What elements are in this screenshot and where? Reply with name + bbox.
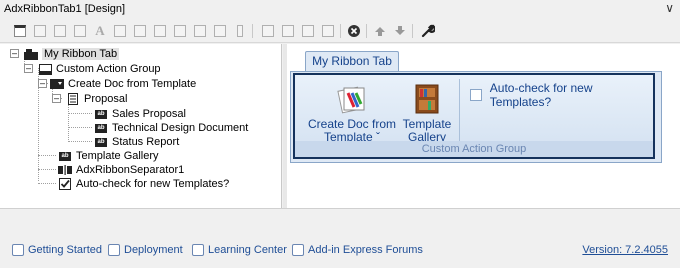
bookshelf-icon: [411, 83, 443, 115]
tree-node-ribbon-tab[interactable]: My Ribbon Tab: [24, 47, 120, 61]
window-icon[interactable]: [12, 23, 28, 39]
menu-icon[interactable]: [152, 23, 168, 39]
collapse-expander[interactable]: –: [52, 94, 61, 103]
window-title: AdxRibbonTab1 [Design]: [4, 3, 126, 15]
autocheck-label: Auto-check for new Templates?: [489, 81, 593, 109]
autocheck-checkbox[interactable]: Auto-check for new Templates?: [470, 81, 653, 109]
checkbox-icon: [58, 178, 72, 190]
list-icon[interactable]: [52, 23, 68, 39]
move-up-icon[interactable]: [372, 23, 388, 39]
version-link[interactable]: Version: 7.2.4055: [582, 244, 668, 256]
tree-connector: [38, 169, 56, 170]
group-icon[interactable]: [172, 23, 188, 39]
collapse-expander[interactable]: –: [10, 49, 19, 58]
status-bar: Getting Started Deployment Learning Cent…: [0, 208, 680, 268]
ribbon-body: Create Doc from Template ˇ Template Gall…: [290, 71, 662, 163]
tree-connector: [38, 155, 56, 156]
toolbar-divider: [366, 24, 367, 38]
checkbox-icon[interactable]: [112, 23, 128, 39]
button-icon: ab: [94, 137, 108, 148]
group-icon: [38, 63, 52, 75]
ribbon-group-label: Custom Action Group: [295, 141, 653, 157]
separator-icon: [58, 165, 72, 176]
tree-connector: [68, 141, 92, 142]
toolbar-divider: [252, 24, 253, 38]
toolbar: A: [0, 19, 680, 43]
ribbon-group[interactable]: Create Doc from Template ˇ Template Gall…: [293, 73, 655, 159]
collapse-icon[interactable]: ∨: [665, 1, 674, 15]
checkbox-box[interactable]: [470, 89, 482, 101]
tree-node-separator[interactable]: AdxRibbonSeparator1: [58, 163, 184, 177]
tree-connector: [68, 127, 92, 128]
tree-node-template-gallery[interactable]: ab Template Gallery: [58, 149, 159, 163]
text-icon[interactable]: A: [92, 23, 108, 39]
ribbon-tab-icon: [24, 48, 38, 60]
button-icon: ab: [94, 123, 108, 134]
separator-icon[interactable]: [232, 23, 248, 39]
help-icon: [12, 244, 24, 256]
delete-icon[interactable]: [346, 23, 362, 39]
label-icon[interactable]: [132, 23, 148, 39]
learning-center-link[interactable]: Learning Center: [192, 244, 287, 256]
tree-node-technical-design[interactable]: ab Technical Design Document: [94, 121, 248, 135]
tree-connector: [68, 100, 69, 142]
tree-connector: [38, 183, 56, 184]
tree-connector: [68, 113, 92, 114]
forums-link[interactable]: Add-in Express Forums: [292, 244, 423, 256]
deployment-link[interactable]: Deployment: [108, 244, 183, 256]
move-down-icon[interactable]: [392, 23, 408, 39]
collapse-expander[interactable]: –: [38, 79, 47, 88]
forum-icon: [292, 244, 304, 256]
image-icon[interactable]: [192, 23, 208, 39]
menu-icon: [66, 93, 80, 105]
wrench-icon[interactable]: [420, 23, 436, 39]
create-doc-button[interactable]: Create Doc from Template ˇ: [307, 83, 397, 144]
ribbon-separator: [459, 79, 460, 141]
template-gallery-button[interactable]: Template Gallery: [399, 83, 455, 144]
layout-icon[interactable]: [320, 23, 336, 39]
grid-icon[interactable]: [72, 23, 88, 39]
form-icon[interactable]: [32, 23, 48, 39]
tree-node-create-doc[interactable]: Create Doc from Template: [50, 77, 196, 91]
split-button-icon: [50, 79, 64, 90]
deploy-icon: [108, 244, 120, 256]
tree-node-custom-action-group[interactable]: Custom Action Group: [38, 62, 161, 76]
button-icon: ab: [94, 109, 108, 120]
link-icon: [192, 244, 204, 256]
button-icon[interactable]: [212, 23, 228, 39]
tree-node-proposal[interactable]: Proposal: [66, 92, 127, 106]
designer-titlebar: AdxRibbonTab1 [Design] ∨: [0, 0, 680, 18]
dialog-icon[interactable]: [280, 23, 296, 39]
tree-node-autocheck[interactable]: Auto-check for new Templates?: [58, 177, 229, 191]
align-icon[interactable]: [300, 23, 316, 39]
gallery-icon: ab: [58, 151, 72, 162]
ribbon-designer: My Ribbon Tab Create Doc from Template ˇ: [287, 44, 680, 208]
tree-node-status-report[interactable]: ab Status Report: [94, 135, 179, 149]
tree-node-sales-proposal[interactable]: ab Sales Proposal: [94, 107, 186, 121]
toolbar-divider: [412, 24, 413, 38]
component-tree: – – – – My Ribbon Tab Custom Action Grou…: [0, 44, 282, 208]
box-icon[interactable]: [260, 23, 276, 39]
collapse-expander[interactable]: –: [24, 64, 33, 73]
documents-icon: [336, 83, 368, 115]
toolbar-divider: [340, 24, 341, 38]
getting-started-link[interactable]: Getting Started: [12, 244, 102, 256]
ribbon-tab[interactable]: My Ribbon Tab: [305, 51, 399, 71]
